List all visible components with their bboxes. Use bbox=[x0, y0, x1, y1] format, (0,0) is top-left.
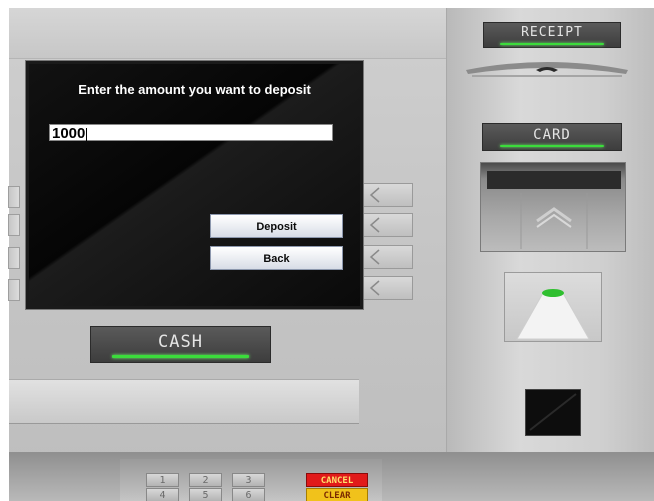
chevron-up-icon bbox=[487, 171, 621, 249]
amount-value: 1000 bbox=[52, 125, 86, 142]
cash-label-panel: CASH bbox=[90, 326, 271, 363]
card-slot bbox=[480, 162, 626, 252]
right-side-key-1[interactable] bbox=[363, 183, 413, 207]
top-band bbox=[9, 8, 446, 59]
card-reader-light bbox=[516, 289, 590, 340]
key-5[interactable]: 5 bbox=[189, 488, 222, 501]
chevron-left-icon bbox=[369, 280, 380, 296]
right-side-key-4[interactable] bbox=[363, 276, 413, 300]
atm-screen: Enter the amount you want to deposit 100… bbox=[26, 61, 363, 309]
cancel-key[interactable]: CANCEL bbox=[306, 473, 368, 487]
left-side-key-3[interactable] bbox=[8, 247, 20, 269]
chevron-left-icon bbox=[369, 249, 380, 265]
cash-dispenser-tray bbox=[9, 379, 359, 424]
card-label-panel: CARD bbox=[482, 123, 622, 151]
key-2[interactable]: 2 bbox=[189, 473, 222, 487]
key-3[interactable]: 3 bbox=[232, 473, 265, 487]
cash-label: CASH bbox=[158, 332, 203, 352]
clear-key[interactable]: CLEAR bbox=[306, 488, 368, 501]
card-reader-pad bbox=[504, 272, 602, 342]
left-side-key-4[interactable] bbox=[8, 279, 20, 301]
key-4[interactable]: 4 bbox=[146, 488, 179, 501]
security-camera-box bbox=[525, 389, 581, 436]
receipt-label-panel: RECEIPT bbox=[483, 22, 621, 48]
receipt-label: RECEIPT bbox=[521, 25, 583, 40]
cash-led bbox=[112, 355, 249, 358]
right-side-key-3[interactable] bbox=[363, 245, 413, 269]
chevron-left-icon bbox=[369, 187, 380, 203]
card-led bbox=[499, 145, 605, 147]
right-side-key-2[interactable] bbox=[363, 213, 413, 237]
amount-input[interactable]: 1000 bbox=[49, 124, 333, 142]
atm-machine: Enter the amount you want to deposit 100… bbox=[0, 0, 654, 501]
left-side-key-1[interactable] bbox=[8, 186, 20, 208]
receipt-led bbox=[500, 43, 604, 45]
chevron-left-icon bbox=[369, 217, 380, 233]
camera-lens-icon bbox=[529, 393, 577, 431]
deposit-button[interactable]: Deposit bbox=[210, 214, 343, 238]
card-label: CARD bbox=[533, 127, 571, 143]
key-6[interactable]: 6 bbox=[232, 488, 265, 501]
deposit-prompt: Enter the amount you want to deposit bbox=[78, 82, 311, 97]
key-1[interactable]: 1 bbox=[146, 473, 179, 487]
left-side-key-2[interactable] bbox=[8, 214, 20, 236]
keypad: 1 2 3 4 5 6 CANCEL CLEAR bbox=[120, 459, 382, 501]
receipt-slot bbox=[466, 62, 628, 77]
back-button[interactable]: Back bbox=[210, 246, 343, 270]
text-caret bbox=[86, 127, 88, 141]
